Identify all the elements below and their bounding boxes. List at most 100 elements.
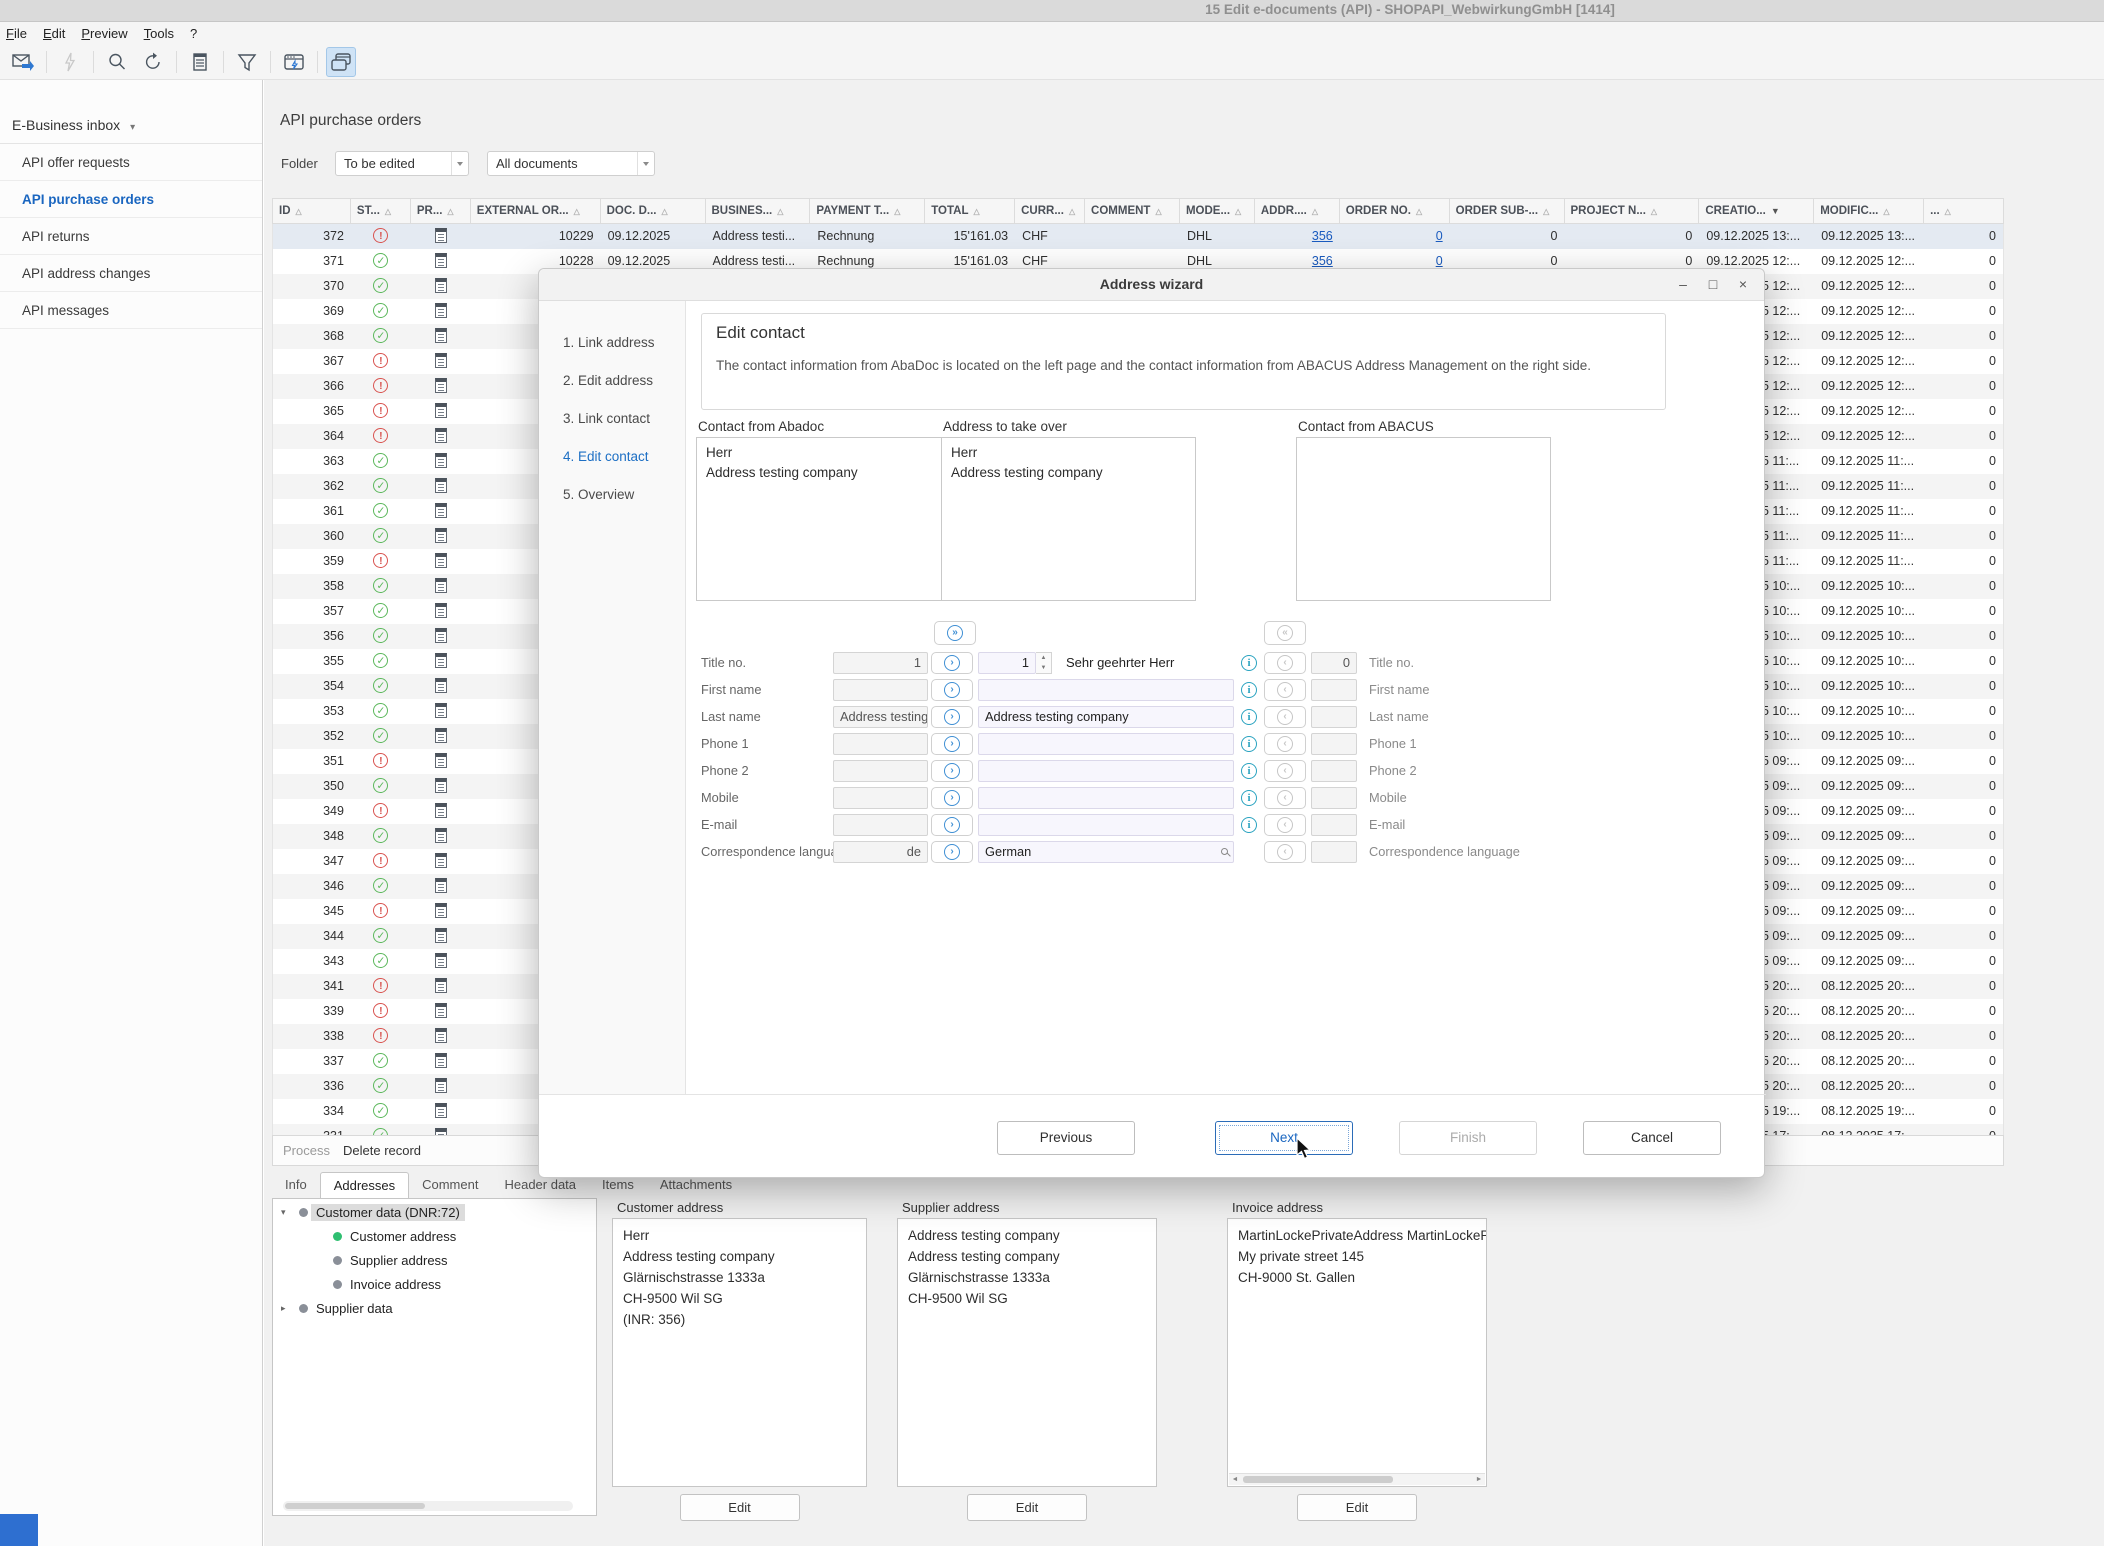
transfer-right-button[interactable]: › — [931, 787, 973, 809]
tab-addresses[interactable]: Addresses — [320, 1172, 409, 1198]
column-header-creatio[interactable]: CREATIO...▼ — [1699, 199, 1814, 223]
contact-from-abacus-box[interactable] — [1296, 437, 1551, 601]
column-header-id[interactable]: ID△ — [273, 199, 351, 223]
delete-record-action[interactable]: Delete record — [343, 1136, 421, 1165]
transfer-all-right-button[interactable]: » — [934, 621, 976, 645]
column-header-st[interactable]: ST...△ — [351, 199, 411, 223]
transfer-left-button[interactable]: ‹ — [1264, 760, 1306, 782]
info-icon[interactable]: i — [1241, 736, 1257, 752]
tab-comment[interactable]: Comment — [409, 1172, 491, 1198]
tree-item-supplier-data[interactable]: ▸Supplier data — [273, 1297, 596, 1319]
transfer-left-button[interactable]: ‹ — [1264, 706, 1306, 728]
title-no--takeover-field[interactable]: 1 — [978, 652, 1036, 674]
wizard-step-3[interactable]: 3. Link contact — [563, 411, 650, 426]
tab-info[interactable]: Info — [272, 1172, 320, 1198]
info-icon[interactable]: i — [1241, 763, 1257, 779]
transfer-right-button[interactable]: › — [931, 841, 973, 863]
first-name-takeover-field[interactable] — [978, 679, 1234, 701]
wizard-step-2[interactable]: 2. Edit address — [563, 373, 653, 388]
search-button[interactable] — [102, 47, 132, 77]
sidebar-item-api-returns[interactable]: API returns — [0, 218, 262, 255]
menu-item-edit[interactable]: Edit — [43, 26, 65, 41]
edit-customer-address-button[interactable]: Edit — [680, 1494, 800, 1521]
sidebar-item-api-purchase-orders[interactable]: API purchase orders — [0, 181, 262, 218]
correspondence-language-takeover-field[interactable]: German — [978, 841, 1234, 863]
window-process-button[interactable] — [279, 47, 309, 77]
cell-link[interactable]: 0 — [1436, 254, 1443, 268]
cancel-button[interactable]: Cancel — [1583, 1121, 1721, 1155]
transfer-right-button[interactable]: › — [931, 652, 973, 674]
transfer-right-button[interactable]: › — [931, 760, 973, 782]
menu-item-preview[interactable]: Preview — [81, 26, 127, 41]
documents-select[interactable]: All documents — [487, 151, 655, 176]
filter-button[interactable] — [232, 47, 262, 77]
table-row[interactable]: 372!1022909.12.2025Address testi...Rechn… — [273, 224, 2003, 249]
column-header-ordersub[interactable]: ORDER SUB-...△ — [1450, 199, 1565, 223]
column-header-curr[interactable]: CURR...△ — [1015, 199, 1085, 223]
contact-from-abadoc-box[interactable]: HerrAddress testing company — [696, 437, 951, 601]
menu-item-help[interactable]: ? — [190, 26, 197, 41]
minimize-button[interactable]: – — [1670, 274, 1696, 296]
search-icon[interactable] — [1221, 848, 1228, 855]
column-header-busines[interactable]: BUSINES...△ — [706, 199, 811, 223]
tree-item-customer-address[interactable]: Customer address — [273, 1225, 596, 1247]
e-mail-takeover-field[interactable] — [978, 814, 1234, 836]
column-header-comment[interactable]: COMMENT△ — [1085, 199, 1180, 223]
expander-open-icon[interactable]: ▾ — [281, 1207, 286, 1218]
phone-2-takeover-field[interactable] — [978, 760, 1234, 782]
transfer-all-left-button[interactable]: « — [1264, 621, 1306, 645]
expander-closed-icon[interactable]: ▸ — [281, 1303, 286, 1314]
windows-overlap-button[interactable] — [326, 47, 356, 77]
column-header-addr[interactable]: ADDR....△ — [1255, 199, 1340, 223]
tree-item-supplier-address[interactable]: Supplier address — [273, 1249, 596, 1271]
column-header-docd[interactable]: DOC. D...△ — [601, 199, 706, 223]
edit-invoice-address-button[interactable]: Edit — [1297, 1494, 1417, 1521]
info-icon[interactable]: i — [1241, 682, 1257, 698]
cell-link[interactable]: 0 — [1436, 229, 1443, 243]
mobile-takeover-field[interactable] — [978, 787, 1234, 809]
send-mail-button[interactable] — [8, 47, 38, 77]
transfer-left-button[interactable]: ‹ — [1264, 652, 1306, 674]
column-header-orderno[interactable]: ORDER NO.△ — [1340, 199, 1450, 223]
transfer-right-button[interactable]: › — [931, 733, 973, 755]
document-list-button[interactable] — [185, 47, 215, 77]
sidebar-item-api-address-changes[interactable]: API address changes — [0, 255, 262, 292]
wizard-step-1[interactable]: 1. Link address — [563, 335, 655, 350]
refresh-button[interactable] — [138, 47, 168, 77]
process-button-disabled[interactable] — [55, 47, 85, 77]
cell-link[interactable]: 356 — [1312, 229, 1333, 243]
wizard-step-5[interactable]: 5. Overview — [563, 487, 634, 502]
folder-select[interactable]: To be edited — [335, 151, 469, 176]
transfer-left-button[interactable]: ‹ — [1264, 733, 1306, 755]
column-header-modific[interactable]: MODIFIC...△ — [1814, 199, 1924, 223]
column-header-pr[interactable]: PR...△ — [411, 199, 471, 223]
sidebar-item-api-messages[interactable]: API messages — [0, 292, 262, 329]
last-name-takeover-field[interactable]: Address testing company — [978, 706, 1234, 728]
maximize-button[interactable]: □ — [1700, 274, 1726, 296]
info-icon[interactable]: i — [1241, 709, 1257, 725]
tree-horizontal-scrollbar[interactable] — [283, 1501, 573, 1511]
column-header-[interactable]: ...△ — [1924, 199, 2003, 223]
process-action[interactable]: Process — [283, 1136, 330, 1165]
sidebar-item-api-offer-requests[interactable]: API offer requests — [0, 144, 262, 181]
column-header-paymentt[interactable]: PAYMENT T...△ — [810, 199, 925, 223]
tree-item-customer-data-dnr-72-[interactable]: ▾Customer data (DNR:72) — [273, 1201, 596, 1223]
close-button[interactable]: × — [1730, 274, 1756, 296]
transfer-left-button[interactable]: ‹ — [1264, 841, 1306, 863]
cell-link[interactable]: 356 — [1312, 254, 1333, 268]
column-header-mode[interactable]: MODE...△ — [1180, 199, 1255, 223]
previous-button[interactable]: Previous — [997, 1121, 1135, 1155]
info-icon[interactable]: i — [1241, 817, 1257, 833]
transfer-left-button[interactable]: ‹ — [1264, 679, 1306, 701]
edit-supplier-address-button[interactable]: Edit — [967, 1494, 1087, 1521]
transfer-right-button[interactable]: › — [931, 679, 973, 701]
menu-item-tools[interactable]: Tools — [144, 26, 174, 41]
column-header-externalor[interactable]: EXTERNAL OR...△ — [471, 199, 601, 223]
transfer-right-button[interactable]: › — [931, 706, 973, 728]
transfer-left-button[interactable]: ‹ — [1264, 787, 1306, 809]
menu-item-file[interactable]: File — [6, 26, 27, 41]
address-to-take-over-box[interactable]: HerrAddress testing company — [941, 437, 1196, 601]
phone-1-takeover-field[interactable] — [978, 733, 1234, 755]
info-icon[interactable]: i — [1241, 790, 1257, 806]
next-button[interactable]: Next — [1215, 1121, 1353, 1155]
